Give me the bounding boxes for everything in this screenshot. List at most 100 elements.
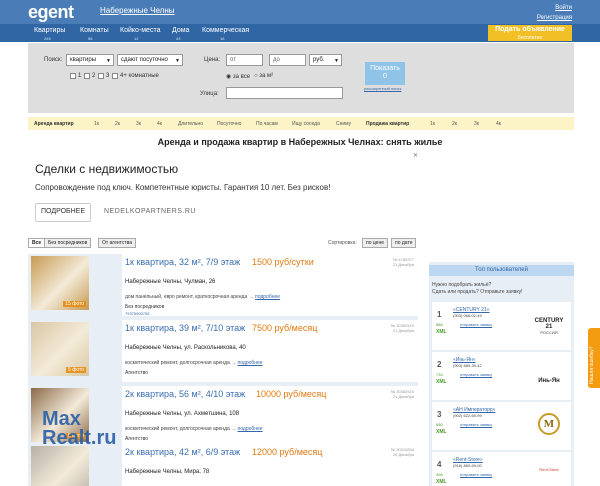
login-link[interactable]: Войти [537,3,572,13]
nav-item-count: 18 [220,36,225,41]
user-logo[interactable]: Инь-Ян [531,356,567,392]
tab-sale-3k[interactable]: 3к [474,121,479,127]
listing-desc-text: косметический ремонт, долгосрочная аренд… [125,360,237,366]
user-card[interactable]: 3 680 XML «АН Императорр» (902) 622-69-9… [432,402,571,450]
ad-block[interactable]: ✕ Сделки с недвижимостью Сопровождение п… [28,152,418,232]
street-input[interactable] [226,87,343,99]
site-logo[interactable]: egent [28,2,74,23]
listing-photo[interactable] [31,446,89,486]
tab-rent-daily[interactable]: Посуточно [217,121,241,127]
listing-phone[interactable]: 79375990755 [125,311,149,316]
send-request-link[interactable]: отправить заявку [460,422,492,427]
listing-agent: Агентство [125,370,148,376]
listing-more-link[interactable]: подробнее [238,426,263,432]
ad-url[interactable]: NEDELKOPARTNERS.RU [104,208,196,215]
type-select-value: квартиры [70,57,97,63]
nav-item-rooms[interactable]: Комнаты [80,27,109,34]
auth-links: Войти Регистрация [537,3,572,23]
listing-meta: № 30310834 20 Декабря [391,447,414,457]
user-card[interactable]: 2 734 XML «Инь-Ян» (903) 689-39-42 отпра… [432,352,571,400]
listing-meta: № 4785377 21 Декабря [393,257,414,267]
tab-rent-4k[interactable]: 4к [157,121,162,127]
user-card[interactable]: 1 886 XML «CENTURY 21» (903) 066-02-49 о… [432,302,571,350]
send-request-link[interactable]: отправить заявку [460,372,492,377]
user-count: 734 [436,372,443,377]
tab-rent-roommate[interactable]: Ищу соседа [292,121,320,127]
tab-rent-hourly[interactable]: По часам [256,121,278,127]
xml-badge[interactable]: XML [436,379,447,385]
sidebar-header[interactable]: Топ пользователей [429,265,574,276]
tab-rent-want[interactable]: Сниму [336,121,351,127]
period-m2-radio[interactable]: ○ за м² [254,73,273,79]
send-request-link[interactable]: отправить заявку [460,472,492,477]
listing-card[interactable]: 15 фото 1к квартира, 32 м², 7/9 этаж 150… [28,254,418,316]
sort-date-button[interactable]: по дате [391,238,417,248]
tab-sale-4k[interactable]: 4к [496,121,501,127]
tab-sale-1k[interactable]: 1к [430,121,435,127]
listing-more-link[interactable]: подробнее [255,294,280,300]
sort-label: Сортировка: [328,240,357,246]
listing-title[interactable]: 1к квартира, 39 м², 7/10 этаж [125,323,245,333]
sort-price-button[interactable]: по цене [362,238,389,248]
user-logo[interactable]: Rent-Store [531,456,567,482]
room-checkbox-4[interactable] [112,73,118,79]
room-checkbox-2[interactable] [84,73,90,79]
listing-title[interactable]: 1к квартира, 32 м², 7/9 этаж [125,257,240,267]
extended-search-link[interactable]: расширенный поиск [364,86,401,91]
tab-sale-2k[interactable]: 2к [452,121,457,127]
tab-rent-long[interactable]: Длительно [178,121,203,127]
send-request-link[interactable]: отправить заявку [460,322,492,327]
price-to-input[interactable]: до [269,54,306,66]
filter-no-agents-button[interactable]: Без посредников [44,238,92,248]
type-select[interactable]: квартиры ▼ [66,54,114,66]
nav-item-beds[interactable]: Койко-места [120,27,160,34]
tab-rent-3k[interactable]: 3к [136,121,141,127]
listing-body: 1к квартира, 32 м², 7/9 этаж 1500 руб/су… [122,254,418,316]
xml-badge[interactable]: XML [436,479,447,485]
deal-select[interactable]: сдают посуточно ▼ [117,54,183,66]
price-from-input[interactable]: от [226,54,263,66]
listing-card[interactable]: 5 фото 1к квартира, 39 м², 7/10 этаж 750… [28,320,418,382]
listing-body: 1к квартира, 39 м², 7/10 этаж 7500 руб/м… [122,320,418,382]
user-count: 496 [436,472,443,477]
period-all-label: за все [232,74,251,80]
xml-badge[interactable]: XML [436,329,447,335]
xml-badge[interactable]: XML [436,429,447,435]
add-listing-button[interactable]: Подать объявление бесплатно [488,25,572,41]
nav-item-count: 12 [134,36,139,41]
listing-more-link[interactable]: подробнее [238,360,263,366]
show-results-button[interactable]: Показать 0 [365,62,405,85]
listing-body: 2к квартира, 42 м², 6/9 этаж 12000 руб/м… [122,444,418,486]
listing-card[interactable]: 2к квартира, 42 м², 6/9 этаж 12000 руб/м… [28,444,418,486]
tab-rent-1k[interactable]: 1к [94,121,99,127]
listing-desc-text: дом панельный, евро ремонт, краткосрочна… [125,294,254,300]
user-phone: (916) 860-69-00 [453,463,482,468]
nav-item-count: 43 [176,36,181,41]
listing-date: 21 Декабря [392,394,414,399]
listing-title[interactable]: 2к квартира, 56 м², 4/10 этаж [125,389,245,399]
currency-select[interactable]: руб. ▼ [309,54,342,66]
listing-photo[interactable]: 5 фото [31,322,89,376]
user-logo[interactable]: M [531,406,567,442]
listing-title[interactable]: 2к квартира, 42 м², 6/9 этаж [125,447,240,457]
filter-agencies-button[interactable]: От агентства [98,238,137,248]
tab-rent-2k[interactable]: 2к [115,121,120,127]
nav-item-houses[interactable]: Дома [172,27,189,34]
listing-photo[interactable]: 15 фото [31,256,89,310]
city-selector[interactable]: Набережные Челны [100,6,175,15]
nav-item-commercial[interactable]: Коммерческая [202,27,249,34]
user-card[interactable]: 4 496 XML «Rent-Store» (916) 860-69-00 о… [432,452,571,486]
user-logo[interactable]: CENTURY 21 РОССИЯ [531,306,567,342]
ad-title[interactable]: Сделки с недвижимостью [35,162,178,176]
close-icon[interactable]: ✕ [413,152,418,159]
room-checkbox-3[interactable] [98,73,104,79]
nav-item-apartments[interactable]: Квартиры [34,27,65,34]
register-link[interactable]: Регистрация [537,13,572,23]
feedback-tab[interactable]: Нашли ошибку? [588,328,600,388]
ad-more-button[interactable]: ПОДРОБНЕЕ [35,203,92,222]
listing-price: 7500 руб/месяц [252,323,318,333]
listing-address: Набережные Челны, ул. Раскольникова, 40 [125,345,246,351]
room-checkbox-1[interactable] [70,73,76,79]
period-all-radio[interactable]: ◉ за все [226,73,250,80]
filter-all-button[interactable]: Все [28,238,46,248]
